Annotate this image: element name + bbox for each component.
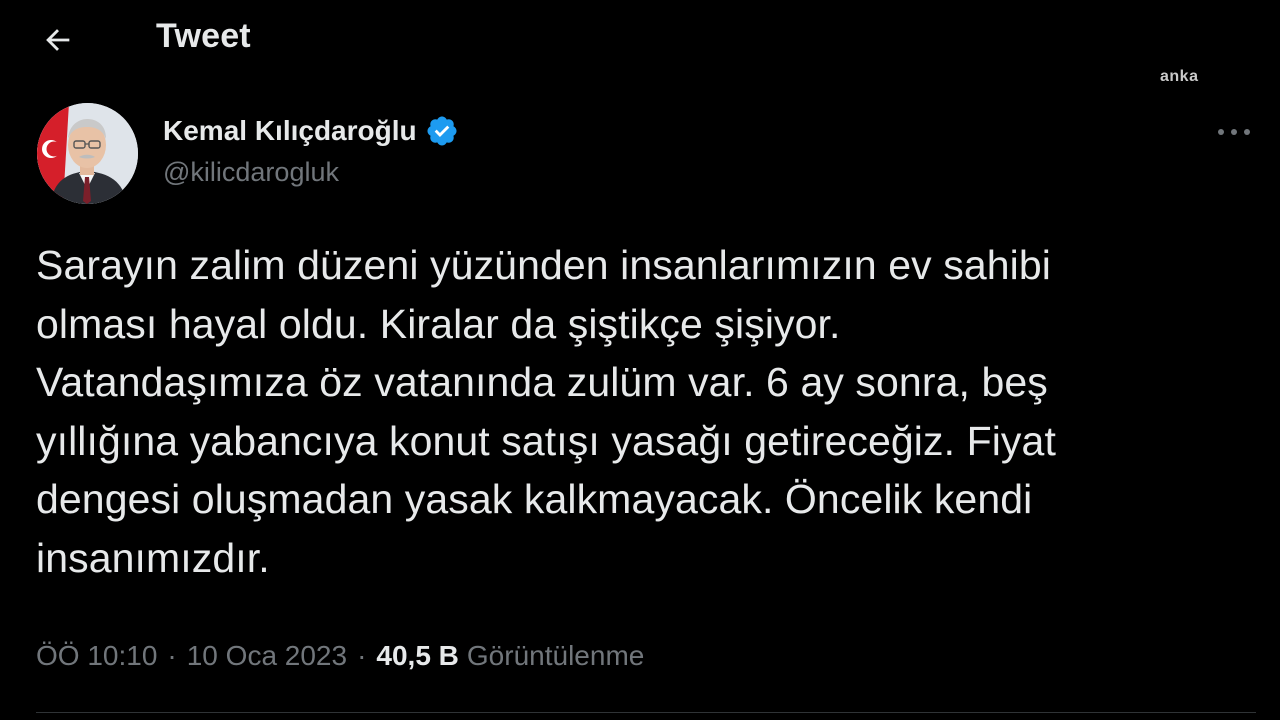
avatar-photo: [37, 103, 138, 204]
tweet-date[interactable]: 10 Oca 2023: [187, 640, 347, 672]
meta-separator: ·: [167, 640, 177, 671]
views-label: Görüntülenme: [466, 640, 645, 671]
arrow-left-icon: [46, 29, 70, 51]
author-name[interactable]: Kemal Kılıçdaroğlu: [163, 114, 459, 148]
divider: [36, 712, 1256, 713]
more-options-button[interactable]: [1212, 118, 1256, 146]
back-button[interactable]: [36, 20, 80, 60]
tweet-meta: ÖÖ 10:10 · 10 Oca 2023 · 40,5 B Görüntül…: [36, 640, 644, 672]
tweet-time[interactable]: ÖÖ 10:10: [36, 640, 157, 672]
more-dots-icon: [1218, 129, 1250, 135]
watermark-logo: anka: [1160, 68, 1199, 85]
page-title: Tweet: [156, 17, 251, 55]
author-handle[interactable]: @kilicdarogluk: [163, 157, 339, 188]
author-name-text: Kemal Kılıçdaroğlu: [163, 115, 417, 146]
meta-separator: ·: [357, 640, 367, 671]
tweet-detail-page: Tweet anka Kemal Kılıçdaroğlu @kilicdaro…: [0, 0, 1280, 720]
tweet-text: Sarayın zalim düzeni yüzünden insanlarım…: [36, 242, 1056, 581]
verified-badge-icon: [425, 114, 459, 148]
header-bar: Tweet anka: [0, 0, 1280, 85]
views-count: 40,5 B: [376, 640, 459, 671]
avatar[interactable]: [37, 103, 138, 204]
